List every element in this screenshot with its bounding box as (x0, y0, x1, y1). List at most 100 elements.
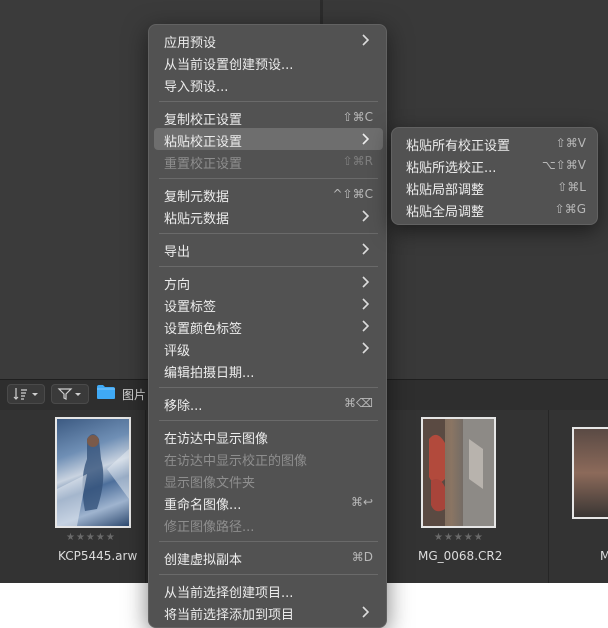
menu-item-export[interactable]: 导出 (154, 238, 383, 260)
menu-item-label: 显示图像文件夹 (164, 476, 256, 491)
sort-button[interactable] (7, 384, 45, 404)
paste-adjustments-submenu: 粘贴所有校正设置 ⇧⌘V 粘贴所选校正... ⌥⇧⌘V 粘贴局部调整 ⇧⌘L 粘… (391, 127, 598, 225)
menu-item-copy-metadata[interactable]: 复制元数据 ^⇧⌘C (154, 183, 383, 205)
submenu-item-paste-local[interactable]: 粘贴局部调整 ⇧⌘L (397, 176, 594, 198)
menu-item-label: 创建虚拟副本 (164, 553, 243, 568)
context-menu: 应用预设 从当前设置创建预设... 导入预设... 复制校正设置 ⇧⌘C 粘贴校… (148, 24, 387, 628)
menu-item-create-virtual-copy[interactable]: 创建虚拟副本 ⌘D (154, 546, 383, 568)
menu-item-remove[interactable]: 移除... ⌘⌫ (154, 392, 383, 414)
rating-stars[interactable]: ★★★★★ (66, 532, 116, 543)
menu-item-rename-image[interactable]: 重命名图像... ⌘↩ (154, 491, 383, 513)
menu-item-orientation[interactable]: 方向 (154, 271, 383, 293)
menu-item-show-corrected-in-finder[interactable]: 在访达中显示校正的图像 (154, 447, 383, 469)
menu-item-copy-adjustments[interactable]: 复制校正设置 ⇧⌘C (154, 106, 383, 128)
chevron-right-icon (362, 298, 369, 310)
menu-item-label: 粘贴校正设置 (164, 135, 243, 150)
photo-content (423, 419, 494, 526)
menu-item-import-preset[interactable]: 导入预设... (154, 73, 383, 95)
menu-item-label: 导入预设... (164, 80, 229, 95)
menu-item-fix-image-path[interactable]: 修正图像路径... (154, 513, 383, 535)
menu-item-label: 重置校正设置 (164, 157, 243, 172)
thumbnail[interactable] (55, 417, 131, 528)
shortcut-label: ⇧⌘R (342, 154, 373, 168)
submenu-item-label: 粘贴局部调整 (406, 183, 485, 198)
menu-item-label: 设置标签 (164, 300, 217, 315)
chevron-right-icon (362, 320, 369, 332)
shortcut-label: ⇧⌘V (555, 136, 586, 150)
submenu-item-label: 粘贴全局调整 (406, 205, 485, 220)
filter-button[interactable] (51, 384, 89, 404)
menu-item-label: 方向 (164, 278, 191, 293)
menu-item-label: 重命名图像... (164, 498, 242, 513)
chevron-right-icon (362, 243, 369, 255)
shortcut-label: ⇧⌘G (554, 202, 586, 216)
menu-separator (159, 178, 378, 179)
menu-item-label: 粘贴元数据 (164, 212, 230, 227)
menu-item-create-preset[interactable]: 从当前设置创建预设... (154, 51, 383, 73)
thumbnail-filename: KCP5445.arw (58, 549, 138, 563)
sort-icon (13, 388, 38, 400)
menu-separator (159, 101, 378, 102)
menu-item-label: 修正图像路径... (164, 520, 255, 535)
shortcut-label: ⌥⇧⌘V (541, 158, 586, 172)
thumbnail[interactable] (572, 427, 608, 519)
menu-item-label: 从当前设置创建预设... (164, 58, 294, 73)
menu-item-label: 导出 (164, 245, 191, 260)
filter-icon (57, 388, 81, 400)
chevron-right-icon (362, 133, 369, 145)
thumbnail[interactable] (421, 417, 496, 528)
chevron-right-icon (362, 606, 369, 618)
shortcut-label: ^⇧⌘C (332, 187, 374, 201)
menu-separator (159, 420, 378, 421)
rating-stars[interactable]: ★★★★★ (434, 532, 484, 543)
menu-item-rating[interactable]: 评级 (154, 337, 383, 359)
filmstrip-cell[interactable]: M (549, 410, 608, 583)
menu-item-create-project[interactable]: 从当前选择创建项目... (154, 579, 383, 601)
menu-separator (159, 574, 378, 575)
filmstrip-cell[interactable]: ★★★★★ KCP5445.arw (0, 410, 146, 583)
menu-separator (159, 541, 378, 542)
menu-item-label: 将当前选择添加到项目 (164, 608, 295, 623)
menu-item-label: 评级 (164, 344, 191, 359)
submenu-item-label: 粘贴所有校正设置 (406, 139, 511, 154)
submenu-item-label: 粘贴所选校正... (406, 161, 497, 176)
menu-item-paste-adjustments[interactable]: 粘贴校正设置 (154, 128, 383, 150)
menu-item-label: 编辑拍摄日期... (164, 366, 255, 381)
menu-item-label: 在访达中显示校正的图像 (164, 454, 308, 469)
menu-item-show-image-folder[interactable]: 显示图像文件夹 (154, 469, 383, 491)
shortcut-label: ⌘↩ (350, 495, 373, 509)
menu-item-add-to-project[interactable]: 将当前选择添加到项目 (154, 601, 383, 623)
menu-item-label: 从当前选择创建项目... (164, 586, 294, 601)
menu-item-label: 应用预设 (164, 36, 217, 51)
chevron-right-icon (362, 34, 369, 46)
chevron-right-icon (362, 276, 369, 288)
menu-separator (159, 233, 378, 234)
submenu-item-paste-global[interactable]: 粘贴全局调整 ⇧⌘G (397, 198, 594, 220)
shortcut-label: ⇧⌘C (342, 110, 373, 124)
thumbnail-filename: MG_0068.CR2 (418, 549, 503, 563)
folder-label[interactable]: 图片 (122, 386, 146, 403)
menu-item-set-color-tag[interactable]: 设置颜色标签 (154, 315, 383, 337)
submenu-item-paste-selected[interactable]: 粘贴所选校正... ⌥⇧⌘V (397, 154, 594, 176)
menu-item-label: 复制校正设置 (164, 113, 243, 128)
chevron-right-icon (362, 342, 369, 354)
menu-item-label: 复制元数据 (164, 190, 230, 205)
menu-item-reset-adjustments[interactable]: 重置校正设置 ⇧⌘R (154, 150, 383, 172)
menu-separator (159, 387, 378, 388)
shortcut-label: ⌘D (351, 550, 373, 564)
menu-item-label: 设置颜色标签 (164, 322, 243, 337)
filmstrip-cell[interactable]: ★★★★★ MG_0068.CR2 (386, 410, 549, 583)
submenu-item-paste-all[interactable]: 粘贴所有校正设置 ⇧⌘V (397, 132, 594, 154)
menu-separator (159, 266, 378, 267)
shortcut-label: ⌘⌫ (344, 396, 373, 410)
thumbnail-filename: M (600, 549, 608, 563)
menu-item-label: 移除... (164, 399, 203, 414)
menu-item-apply-preset[interactable]: 应用预设 (154, 29, 383, 51)
menu-item-label: 在访达中显示图像 (164, 432, 269, 447)
menu-item-edit-capture-date[interactable]: 编辑拍摄日期... (154, 359, 383, 381)
shortcut-label: ⇧⌘L (557, 180, 586, 194)
menu-item-show-in-finder[interactable]: 在访达中显示图像 (154, 425, 383, 447)
menu-item-paste-metadata[interactable]: 粘贴元数据 (154, 205, 383, 227)
photo-content (57, 434, 129, 526)
menu-item-set-tag[interactable]: 设置标签 (154, 293, 383, 315)
